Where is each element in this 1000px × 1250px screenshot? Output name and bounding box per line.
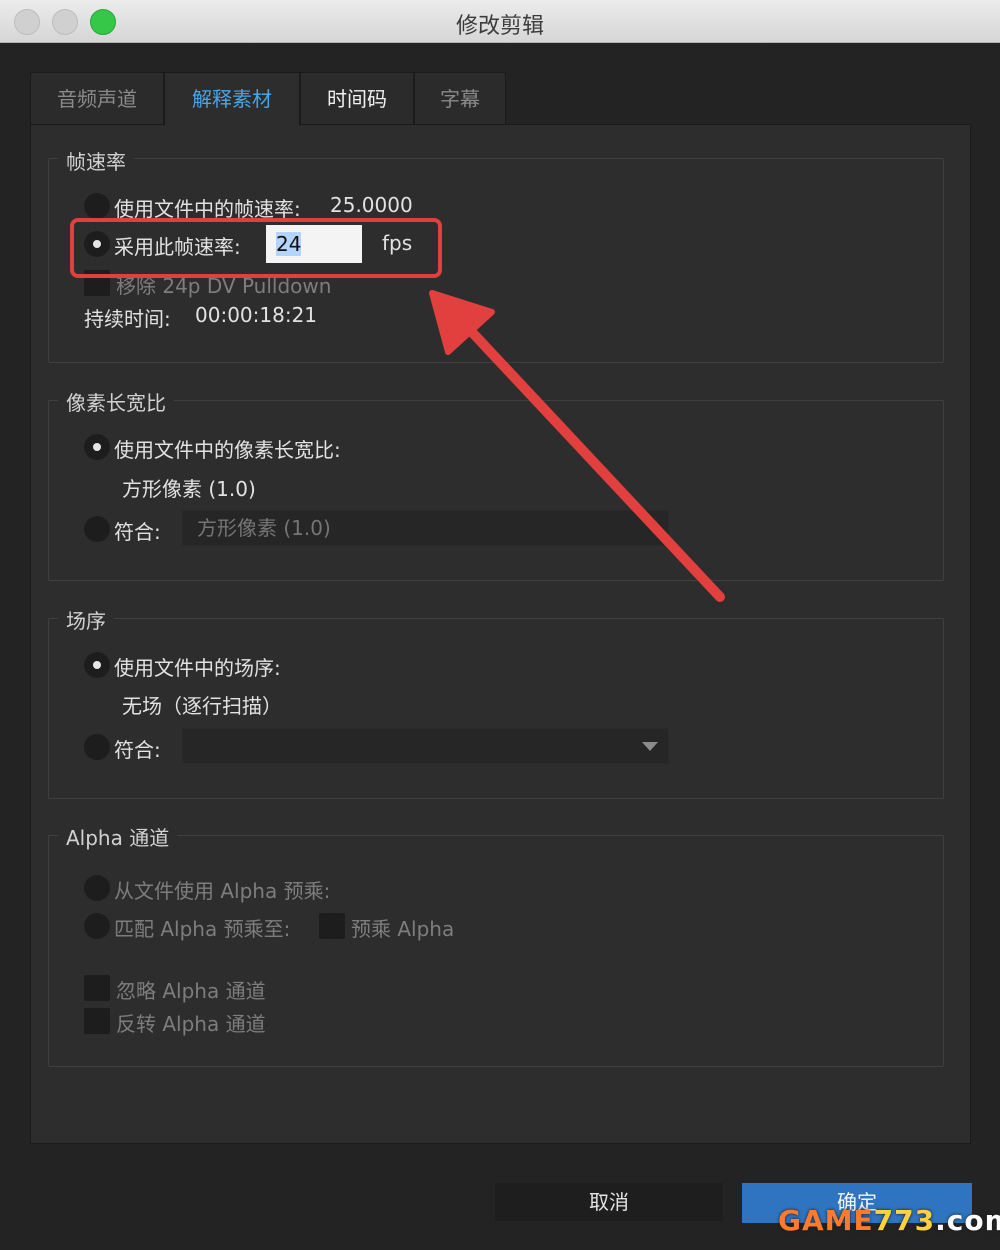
watermark-part2: 773	[873, 1204, 936, 1237]
annotation-arrow-icon	[429, 290, 725, 602]
watermark-part3: .com	[935, 1204, 1000, 1237]
watermark-logo: GAME773.com	[778, 1204, 1000, 1237]
watermark-part1: GAME	[778, 1204, 874, 1237]
